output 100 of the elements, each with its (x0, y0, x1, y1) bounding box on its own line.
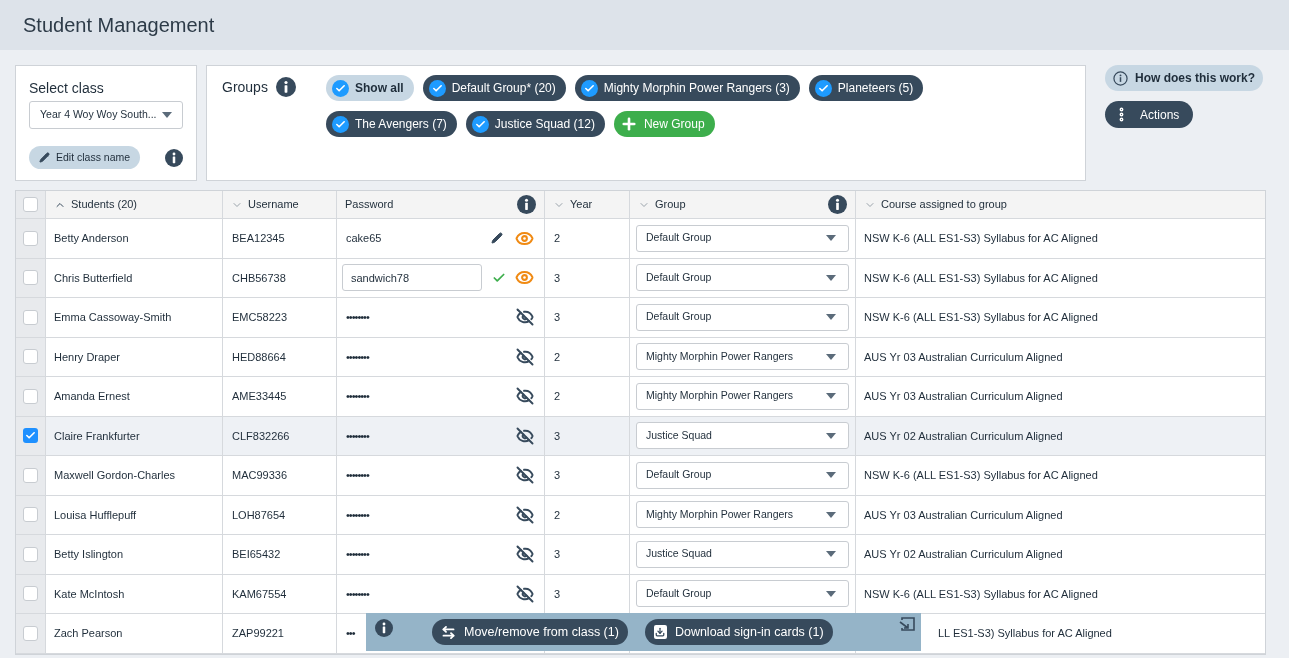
group-select[interactable]: Default Group (636, 264, 849, 292)
year-text: 2 (554, 231, 561, 246)
row-checkbox[interactable] (23, 230, 38, 246)
actions-button[interactable]: Actions (1105, 101, 1193, 128)
group-select[interactable]: Mighty Morphin Power Rangers (636, 501, 849, 529)
info-icon[interactable] (828, 195, 847, 214)
group-filter-chip[interactable]: Mighty Morphin Power Rangers (3) (574, 75, 800, 101)
row-checkbox[interactable] (23, 507, 38, 523)
info-icon[interactable] (517, 195, 536, 214)
check-icon (580, 79, 598, 97)
group-select[interactable]: Default Group (636, 580, 849, 608)
year-text: 3 (554, 547, 561, 562)
masked-password: •••••••• (346, 349, 371, 365)
masked-password: •••••••• (346, 310, 371, 325)
row-checkbox[interactable] (23, 349, 38, 365)
username-text: KAM67554 (232, 586, 287, 602)
student-name: Betty Islington (54, 547, 124, 562)
column-header[interactable]: Group (655, 196, 823, 213)
info-icon[interactable] (275, 77, 296, 97)
eye-slash-icon[interactable] (516, 347, 534, 366)
username-text: LOH87654 (232, 507, 286, 523)
group-select[interactable]: Default Group (636, 224, 849, 252)
eye-slash-icon[interactable] (516, 308, 534, 327)
column-header[interactable]: Students (20) (71, 196, 214, 213)
collapse-icon[interactable] (899, 617, 915, 631)
student-name: Betty Anderson (54, 231, 129, 246)
course-text: AUS Yr 02 Australian Curriculum Aligned (864, 428, 1063, 444)
group-select[interactable]: Default Group (636, 303, 849, 331)
dropdown-caret-icon (826, 393, 836, 400)
check-icon (332, 79, 349, 97)
year-text: 2 (554, 349, 561, 365)
group-select[interactable]: Justice Squad (636, 422, 849, 450)
eye-slash-icon[interactable] (516, 584, 534, 603)
download-cards-button[interactable]: Download sign-in cards (1) (644, 619, 833, 645)
row-checkbox[interactable] (23, 270, 38, 286)
row-checkbox[interactable] (23, 428, 38, 444)
class-select[interactable]: Year 4 Woy Woy South... (29, 101, 183, 129)
column-header[interactable]: Password (345, 196, 512, 213)
row-checkbox[interactable] (23, 586, 38, 602)
username-text: MAC99336 (232, 468, 288, 483)
username-text: CHB56738 (232, 270, 286, 286)
username-text: CLF832266 (232, 428, 290, 444)
row-checkbox[interactable] (23, 625, 38, 641)
eye-slash-icon[interactable] (516, 426, 534, 445)
dropdown-caret-icon (162, 112, 172, 118)
student-name: Kate McIntosh (54, 586, 125, 602)
row-checkbox[interactable] (23, 388, 38, 404)
student-name: Emma Cassoway-Smith (54, 310, 172, 325)
check-icon (332, 115, 349, 133)
group-select[interactable]: Mighty Morphin Power Rangers (636, 382, 849, 410)
course-text: NSW K-6 (ALL ES1-S3) Syllabus for AC Aligned (864, 270, 1098, 286)
help-button[interactable]: How does this work? (1105, 65, 1263, 91)
masked-password: •••••••• (346, 586, 371, 602)
edit-pencil-icon[interactable] (491, 232, 503, 245)
dropdown-caret-icon (826, 511, 836, 518)
year-text: 3 (554, 270, 561, 286)
group-filter-chip[interactable]: Planeteers (5) (808, 75, 924, 101)
masked-password: •••••••• (346, 428, 371, 444)
info-icon[interactable] (165, 148, 183, 167)
eye-slash-icon[interactable] (516, 505, 534, 524)
table-row[interactable]: Louisa Hufflepuff LOH87654 •••••••• 2 Mighty Morphin Power Rangers AUS Yr 03 Australian Curriculum Aligned (16, 495, 1265, 535)
row-checkbox[interactable] (23, 546, 38, 562)
table-row[interactable]: Claire Frankfurter CLF832266 •••••••• 3 Justice Squad AUS Yr 02 Australian Curriculum Aligned (16, 416, 1265, 456)
masked-password: ••• (346, 626, 355, 641)
row-checkbox[interactable] (23, 467, 38, 483)
table-row[interactable]: Betty Anderson BEA12345 cake65 2 Default Group NSW K-6 (ALL ES1-S3) Syllabus for AC Aligned (16, 219, 1265, 259)
table-row[interactable]: Betty Islington BEI65432 •••••••• 3 Justice Squad AUS Yr 02 Australian Curriculum Aligned (16, 535, 1265, 575)
year-text: 3 (554, 310, 561, 325)
eye-slash-icon[interactable] (516, 387, 534, 406)
password-input[interactable]: sandwich78 (342, 264, 482, 292)
masked-password: •••••••• (346, 468, 371, 483)
row-checkbox[interactable] (23, 197, 38, 212)
info-icon[interactable] (375, 619, 393, 637)
group-filter-chip[interactable]: Justice Squad (12) (465, 111, 605, 137)
table-row[interactable]: Emma Cassoway-Smith EMC58223 •••••••• 3 Default Group NSW K-6 (ALL ES1-S3) Syllabus for AC Aligned (16, 298, 1265, 338)
dropdown-caret-icon (826, 274, 836, 281)
dropdown-caret-icon (826, 472, 836, 479)
eye-slash-icon[interactable] (516, 466, 534, 485)
group-filter-chip[interactable]: Default Group* (20) (422, 75, 566, 101)
column-header[interactable]: Course assigned to group (881, 196, 1257, 213)
table-row[interactable]: Amanda Ernest AME33445 •••••••• 2 Mighty Morphin Power Rangers AUS Yr 03 Australian Curriculum Aligned (16, 377, 1265, 417)
download-icon (653, 625, 667, 639)
password-text: cake65 (346, 231, 383, 246)
masked-password: •••••••• (346, 507, 371, 523)
table-row[interactable]: Kate McIntosh KAM67554 •••••••• 3 Default Group NSW K-6 (ALL ES1-S3) Syllabus for AC Aligned (16, 574, 1265, 614)
table-row[interactable]: Chris Butterfield CHB56738 sandwich78 3 Default Group NSW K-6 (ALL ES1-S3) Syllabus for AC Aligned (16, 258, 1265, 298)
table-row[interactable]: Maxwell Gordon-Charles MAC99336 •••••••• 3 Default Group NSW K-6 (ALL ES1-S3) Syllabus for AC Aligned (16, 456, 1265, 496)
eye-slash-icon[interactable] (516, 545, 534, 564)
group-select[interactable]: Default Group (636, 461, 849, 489)
table-row[interactable]: Henry Draper HED88664 •••••••• 2 Mighty Morphin Power Rangers AUS Yr 03 Australian Curriculum Aligned (16, 337, 1265, 377)
column-header[interactable]: Year (570, 196, 621, 213)
row-checkbox[interactable] (23, 309, 38, 325)
group-select[interactable]: Justice Squad (636, 540, 849, 568)
column-header[interactable]: Username (248, 196, 328, 213)
move-remove-button[interactable]: Move/remove from class (1) (432, 619, 628, 645)
group-select[interactable]: Mighty Morphin Power Rangers (636, 343, 849, 371)
group-filter-chip[interactable]: The Avengers (7) (326, 111, 457, 137)
edit-class-name-button[interactable]: Edit class name (29, 146, 141, 169)
group-filter-chip[interactable]: Show all (326, 75, 414, 101)
masked-password: •••••••• (346, 389, 371, 404)
